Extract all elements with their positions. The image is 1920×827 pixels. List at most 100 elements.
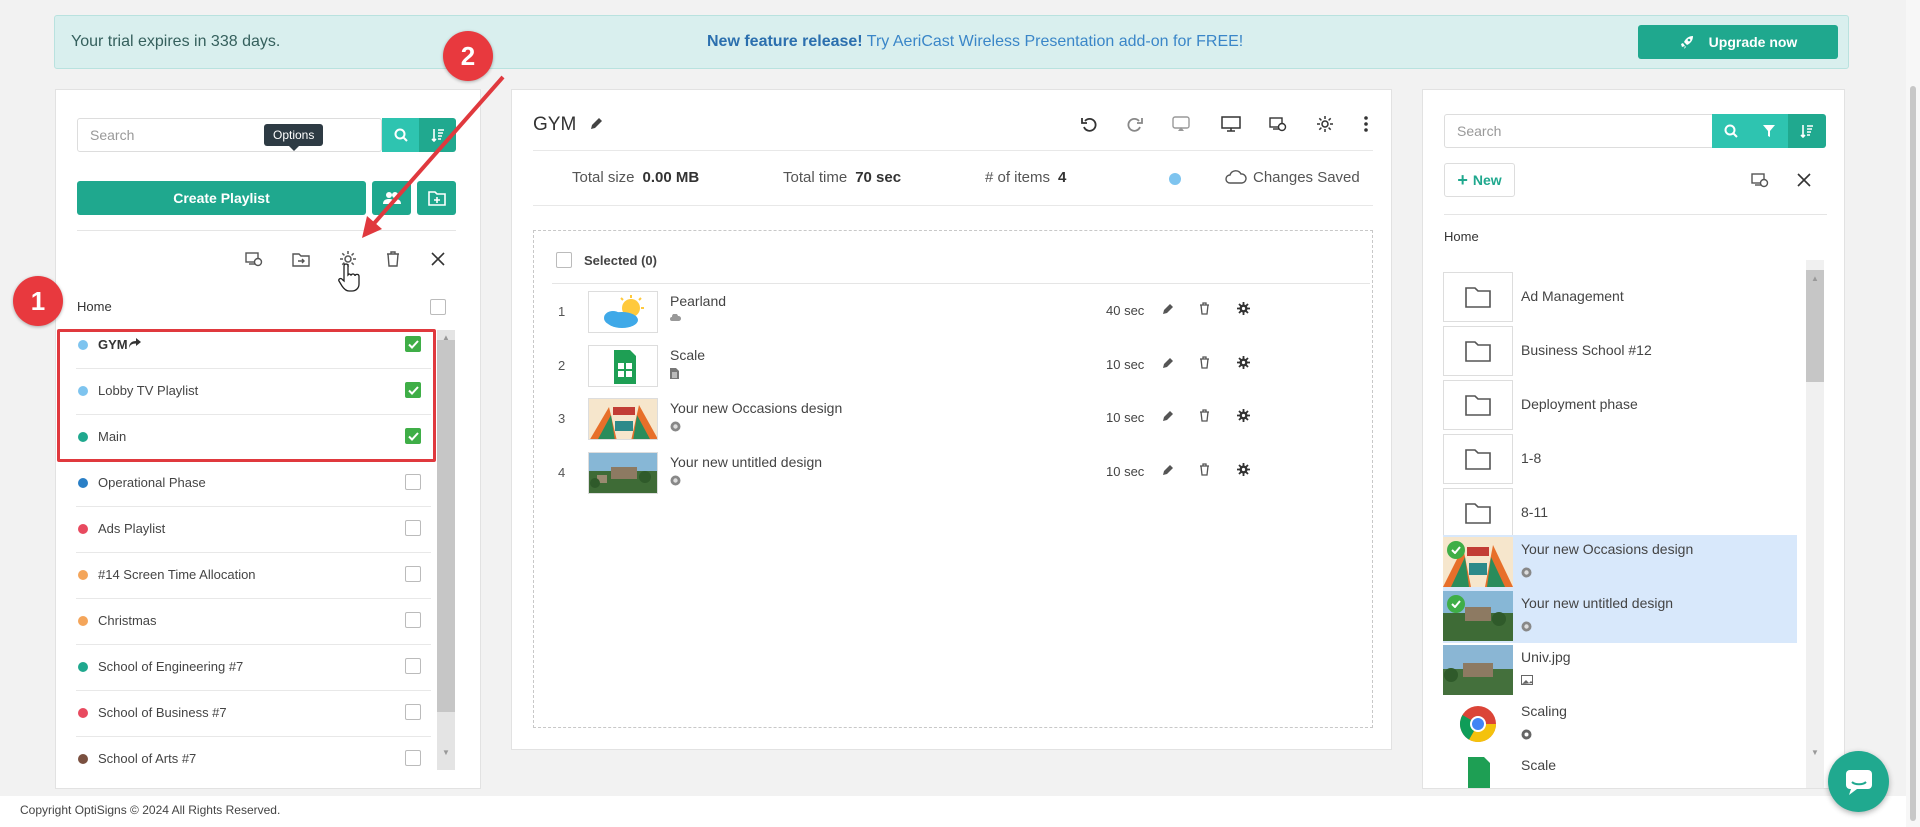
playlist-checkbox[interactable]: [405, 704, 421, 720]
scroll-down-icon[interactable]: ▼: [1811, 748, 1819, 757]
asset-item[interactable]: Your new Occasions design: [1443, 535, 1797, 589]
asset-search-input[interactable]: [1445, 115, 1713, 147]
playlist-item[interactable]: #14 Screen Time Allocation: [76, 553, 431, 599]
item-settings-icon[interactable]: [1237, 463, 1250, 476]
folder-item[interactable]: 8-11: [1443, 486, 1797, 540]
delete-item-icon[interactable]: [1199, 302, 1210, 315]
move-to-folder-icon[interactable]: [289, 247, 313, 271]
feature-text[interactable]: Try AeriCast Wireless Presentation add-o…: [867, 33, 1243, 50]
playlist-item[interactable]: Operational Phase: [76, 461, 431, 507]
assign-screen-icon[interactable]: [1266, 112, 1290, 136]
trash-icon[interactable]: [381, 247, 405, 271]
item-thumbnail: [588, 398, 658, 440]
asset-item[interactable]: Your new untitled design: [1443, 589, 1797, 643]
playlist-checkbox[interactable]: [405, 750, 421, 766]
assign-screen-icon[interactable]: [242, 247, 266, 271]
copyright-text: Copyright OptiSigns © 2024 All Rights Re…: [20, 803, 281, 817]
item-duration[interactable]: 10 sec: [1106, 357, 1144, 372]
monitor-icon[interactable]: [1219, 112, 1243, 136]
settings-gear-icon[interactable]: [1313, 112, 1337, 136]
playlist-item[interactable]: School of Arts #7: [76, 737, 431, 773]
folder-item[interactable]: 1-8: [1443, 432, 1797, 486]
playlist-content-row[interactable]: 1 Pearland 40 sec: [552, 285, 1352, 337]
delete-item-icon[interactable]: [1199, 463, 1210, 476]
chat-button[interactable]: [1828, 751, 1889, 812]
playlist-checkbox[interactable]: [405, 658, 421, 674]
status-dot: [1169, 173, 1181, 185]
scroll-down-icon[interactable]: ▼: [442, 748, 450, 757]
filter-button[interactable]: [1750, 114, 1788, 148]
asset-item[interactable]: Scaling: [1443, 697, 1797, 751]
folder-item[interactable]: Ad Management: [1443, 270, 1797, 324]
item-count: # of items 4: [985, 169, 1067, 186]
close-icon[interactable]: [1792, 168, 1816, 192]
edit-duration-icon[interactable]: [1162, 410, 1174, 422]
folder-item[interactable]: Business School #12: [1443, 324, 1797, 378]
asset-item[interactable]: Univ.jpg: [1443, 643, 1797, 697]
edit-duration-icon[interactable]: [1162, 464, 1174, 476]
item-settings-icon[interactable]: [1237, 409, 1250, 422]
playlist-name: School of Business #7: [98, 705, 227, 720]
page-scrollbar[interactable]: [1906, 0, 1920, 827]
undo-icon[interactable]: [1077, 112, 1101, 136]
feature-announcement[interactable]: New feature release! Try AeriCast Wirele…: [707, 33, 1243, 51]
playlist-search-input[interactable]: [78, 119, 381, 151]
playlist-item[interactable]: Christmas: [76, 599, 431, 645]
close-icon[interactable]: [426, 247, 450, 271]
item-duration[interactable]: 40 sec: [1106, 303, 1144, 318]
create-playlist-button[interactable]: Create Playlist: [77, 181, 366, 215]
footer: Copyright OptiSigns © 2024 All Rights Re…: [0, 796, 1910, 827]
item-name: Your new Occasions design: [670, 400, 843, 416]
scrollbar-thumb[interactable]: [437, 340, 455, 712]
playlist-checkbox[interactable]: [405, 520, 421, 536]
item-settings-icon[interactable]: [1237, 356, 1250, 369]
playlist-item[interactable]: School of Engineering #7: [76, 645, 431, 691]
playlist-item[interactable]: Ads Playlist: [76, 507, 431, 553]
edit-duration-icon[interactable]: [1162, 303, 1174, 315]
asset-thumbnail: [1443, 699, 1513, 749]
select-all-checkbox[interactable]: [430, 299, 446, 315]
playlist-stats: Total size 0.00 MB Total time 70 sec # of …: [533, 150, 1373, 206]
cloud-icon: [670, 314, 681, 325]
playlist-search[interactable]: [77, 118, 382, 152]
delete-item-icon[interactable]: [1199, 356, 1210, 369]
playlist-scrollbar[interactable]: [437, 330, 455, 770]
asset-item[interactable]: Scale: [1443, 751, 1797, 788]
playlist-checkbox[interactable]: [405, 566, 421, 582]
playlist-title[interactable]: GYM: [533, 114, 603, 136]
folder-item[interactable]: Deployment phase: [1443, 378, 1797, 432]
color-dot: [78, 570, 88, 580]
delete-item-icon[interactable]: [1199, 409, 1210, 422]
asset-search-button[interactable]: [1712, 114, 1750, 148]
playlist-item[interactable]: School of Business #7: [76, 691, 431, 737]
upgrade-button[interactable]: Upgrade now: [1638, 25, 1838, 59]
assign-screen-icon[interactable]: [1748, 168, 1772, 192]
color-dot: [78, 754, 88, 764]
home-breadcrumb[interactable]: Home: [77, 299, 112, 314]
playlist-items-area[interactable]: Selected (0) 1 Pearland 40 sec 2 Scale 10 sec…: [533, 230, 1373, 728]
asset-search[interactable]: [1444, 114, 1714, 148]
more-options-icon[interactable]: [1354, 112, 1378, 136]
scrollbar-thumb[interactable]: [1806, 270, 1824, 382]
edit-duration-icon[interactable]: [1162, 357, 1174, 369]
playlist-checkbox[interactable]: [405, 612, 421, 628]
home-breadcrumb[interactable]: Home: [1444, 229, 1479, 244]
playlist-content-row[interactable]: 4 Your new untitled design 10 sec: [552, 446, 1352, 498]
scroll-up-icon[interactable]: ▲: [1811, 274, 1819, 283]
scroll-up-icon[interactable]: ▲: [442, 333, 450, 342]
asset-sort-button[interactable]: [1788, 114, 1826, 148]
pencil-icon[interactable]: [590, 117, 603, 130]
playlist-content-row[interactable]: 3 Your new Occasions design 10 sec: [552, 392, 1352, 444]
item-duration[interactable]: 10 sec: [1106, 464, 1144, 479]
asset-scrollbar[interactable]: [1806, 260, 1824, 788]
page-scrollbar-thumb[interactable]: [1910, 86, 1916, 821]
redo-icon[interactable]: [1123, 112, 1147, 136]
item-settings-icon[interactable]: [1237, 302, 1250, 315]
item-duration[interactable]: 10 sec: [1106, 410, 1144, 425]
new-asset-button[interactable]: + New: [1444, 163, 1515, 197]
playlist-content-row[interactable]: 2 Scale 10 sec: [552, 339, 1352, 391]
playlist-checkbox[interactable]: [405, 474, 421, 490]
cast-icon[interactable]: [1169, 112, 1193, 136]
select-all-items-checkbox[interactable]: [556, 252, 572, 268]
upgrade-label: Upgrade now: [1708, 34, 1798, 50]
